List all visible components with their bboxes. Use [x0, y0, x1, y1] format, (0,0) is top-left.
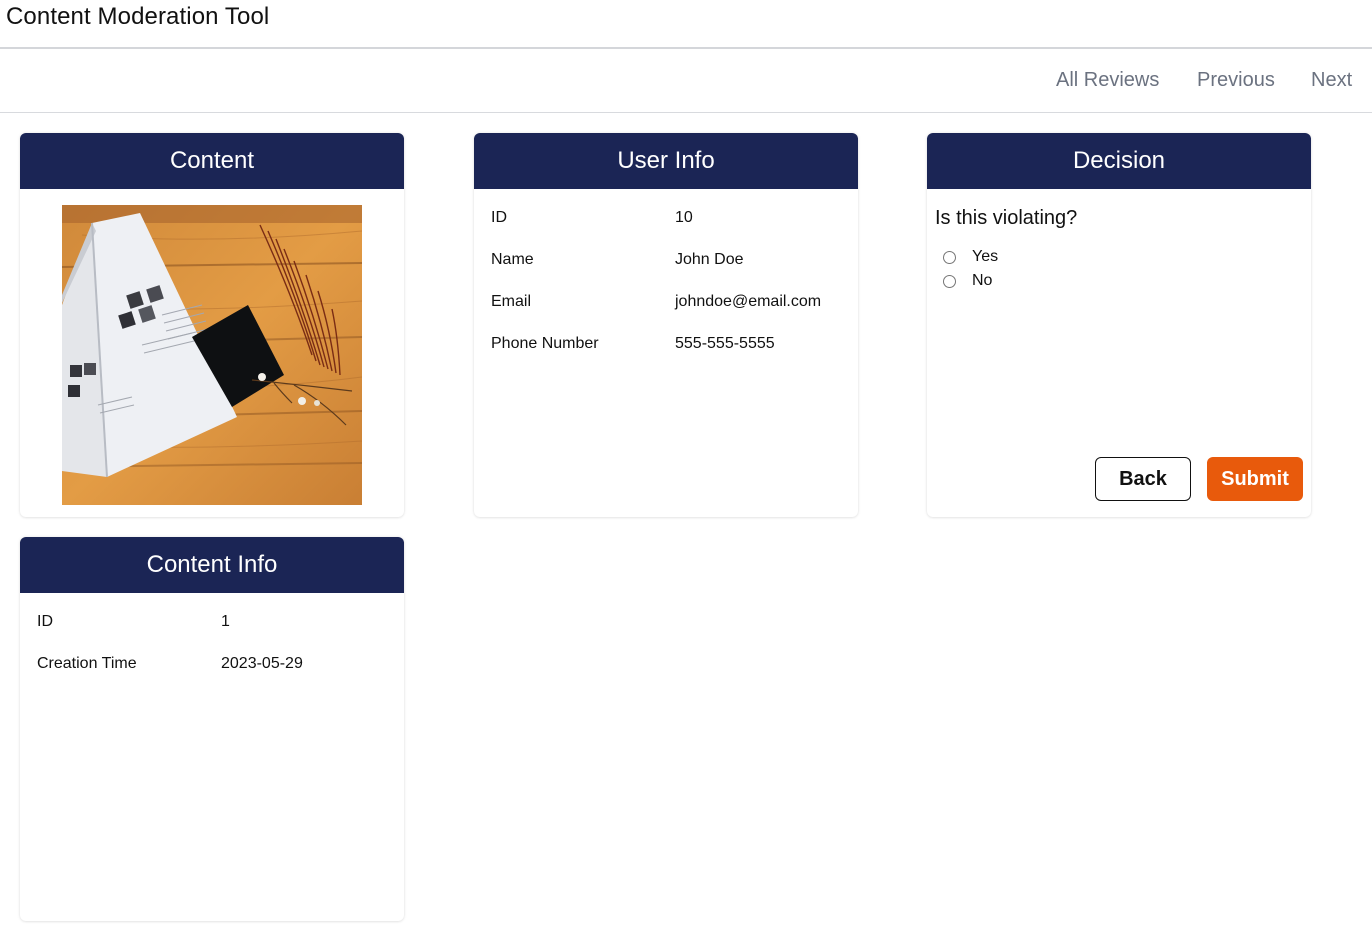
radio-no-label[interactable]: No — [972, 272, 992, 290]
user-name-label: Name — [491, 251, 534, 268]
user-email-value: johndoe@email.com — [675, 293, 822, 310]
radio-option-yes[interactable]: Yes — [943, 248, 998, 266]
decision-card-header: Decision — [927, 133, 1311, 189]
back-button[interactable]: Back — [1095, 457, 1191, 501]
content-id-label: ID — [37, 613, 53, 630]
content-info-card: Content Info ID 1 Creation Time 2023-05-… — [20, 537, 404, 921]
content-info-card-header: Content Info — [20, 537, 404, 593]
content-card-header: Content — [20, 133, 404, 189]
decision-card: Decision Is this violating? Yes No Back … — [927, 133, 1311, 517]
content-id-value: 1 — [221, 613, 230, 630]
title-bar: Content Moderation Tool — [0, 0, 1372, 49]
user-info-card: User Info ID 10 Name John Doe Email john… — [474, 133, 858, 517]
nav-bar: All Reviews Previous Next — [0, 49, 1372, 113]
all-reviews-link[interactable]: All Reviews — [1056, 69, 1159, 92]
creation-time-value: 2023-05-29 — [221, 655, 303, 672]
app-title: Content Moderation Tool — [6, 3, 270, 30]
radio-yes-circle[interactable] — [943, 250, 956, 264]
radio-no-circle[interactable] — [943, 274, 956, 288]
user-phone-label: Phone Number — [491, 335, 599, 352]
content-image — [62, 205, 362, 505]
user-id-value: 10 — [675, 209, 693, 226]
user-email-label: Email — [491, 293, 532, 310]
user-info-card-header: User Info — [474, 133, 858, 189]
previous-link[interactable]: Previous — [1197, 69, 1275, 92]
radio-option-no[interactable]: No — [943, 272, 992, 290]
creation-time-label: Creation Time — [37, 655, 137, 672]
content-card: Content — [20, 133, 404, 517]
next-link[interactable]: Next — [1311, 69, 1352, 92]
user-id-label: ID — [491, 209, 507, 226]
submit-button[interactable]: Submit — [1207, 457, 1303, 501]
user-phone-value: 555-555-5555 — [675, 335, 775, 352]
violation-question: Is this violating? — [935, 207, 1078, 229]
radio-yes-label[interactable]: Yes — [972, 248, 998, 266]
user-name-value: John Doe — [675, 251, 744, 268]
